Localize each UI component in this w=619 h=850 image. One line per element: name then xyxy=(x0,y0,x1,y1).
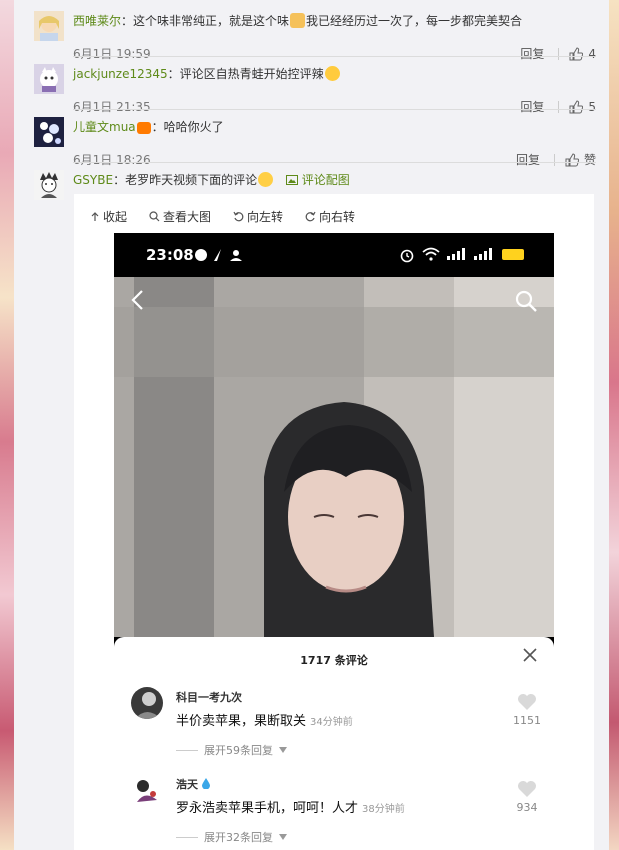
comment-sheet: 1717 条评论 科目一考九次 半价卖苹果，果断取关 34分钟前 1151 展开5… xyxy=(114,637,554,850)
comment-image[interactable]: 23:08 1717 条评论 科目一考九次 半价卖苹果，果断取关 34分钟前 1… xyxy=(114,233,554,850)
comment-count-title: 1717 条评论 xyxy=(300,654,368,667)
comment-time: 34分钟前 xyxy=(310,717,353,728)
reply-button[interactable]: 回复 xyxy=(520,98,544,115)
comment-time: 38分钟前 xyxy=(362,804,405,815)
background-art-right xyxy=(609,0,619,850)
signal-icon xyxy=(447,248,492,260)
like-button[interactable]: 赞 xyxy=(565,151,596,168)
image-link[interactable]: 评论配图 xyxy=(285,173,350,187)
comment-text: jackjunze12345：评论区自热青蛙开始控评辣 xyxy=(73,66,593,83)
rotate-left-button[interactable]: 向左转 xyxy=(233,208,283,225)
like-count: 5 xyxy=(588,99,596,114)
action-separator xyxy=(558,47,560,60)
image-icon xyxy=(285,175,298,185)
laughing-emoji-icon xyxy=(324,66,340,81)
reply-button[interactable]: 回复 xyxy=(520,45,544,62)
comment-text: GSYBE：老罗昨天视频下面的评论 评论配图 xyxy=(73,172,350,187)
avatar[interactable] xyxy=(131,687,163,719)
like-button[interactable]: 5 xyxy=(569,100,596,114)
action-separator xyxy=(553,153,555,166)
like-label: 赞 xyxy=(583,153,596,167)
avatar[interactable] xyxy=(34,170,64,200)
image-toolbar: 收起 查看大图 向左转 向右转 xyxy=(90,208,355,225)
back-arrow-icon[interactable] xyxy=(130,289,144,311)
video-frame-photo xyxy=(114,277,554,637)
like-count: 1151 xyxy=(513,714,541,727)
avatar[interactable] xyxy=(131,774,163,806)
avatar[interactable] xyxy=(34,117,64,147)
avatar[interactable] xyxy=(34,64,64,94)
caret-down-icon xyxy=(279,747,287,753)
thumbs-up-icon xyxy=(569,46,584,60)
username-link[interactable]: 儿童文mua xyxy=(73,120,136,134)
comment-actions: 回复 4 xyxy=(520,45,596,62)
comment-text: 西唯莱尔：这个味非常纯正，就是这个味 我已经经历过一次了，每一步都完美契合 xyxy=(73,13,523,28)
comment-time: 6月1日 18:26 xyxy=(73,153,151,167)
search-icon[interactable] xyxy=(514,289,538,313)
heart-icon xyxy=(518,781,536,797)
phone-status-bar: 23:08 xyxy=(114,233,554,277)
comment-actions: 回复 赞 xyxy=(516,151,596,168)
phone-time: 23:08 xyxy=(146,246,194,264)
comment-panel: 西唯莱尔：这个味非常纯正，就是这个味 我已经经历过一次了，每一步都完美契合 6月1… xyxy=(14,0,609,850)
rotate-right-button[interactable]: 向右转 xyxy=(305,208,355,225)
comment-time: 6月1日 21:35 xyxy=(73,100,151,114)
vip-badge-icon xyxy=(136,122,151,134)
reply-button[interactable]: 回复 xyxy=(516,151,540,168)
comment-text: 罗永浩卖苹果手机，呵呵！人才 38分钟前 xyxy=(176,801,405,816)
collapse-button[interactable]: 收起 xyxy=(90,208,127,225)
view-large-button[interactable]: 查看大图 xyxy=(149,208,211,225)
comment-text: 儿童文mua ：哈哈你火了 xyxy=(73,120,224,134)
close-icon[interactable] xyxy=(523,648,537,662)
comment-actions: 回复 5 xyxy=(520,98,596,115)
commenter-name: 浩天 xyxy=(176,776,210,792)
commenter-name: 科目一考九次 xyxy=(176,691,242,704)
background-art-left xyxy=(0,0,14,850)
like-button[interactable]: 934 xyxy=(507,780,547,814)
dash-line xyxy=(176,836,198,838)
like-button[interactable]: 4 xyxy=(569,47,596,61)
thumbs-up-emoji-icon xyxy=(290,13,306,28)
divider xyxy=(73,109,596,110)
search-icon xyxy=(149,211,160,222)
rotate-left-icon xyxy=(233,211,244,222)
expanded-image-box: 收起 查看大图 向左转 向右转 23:08 1717 条评论 科目一考九次 半价… xyxy=(74,194,594,850)
action-separator xyxy=(558,100,560,113)
like-button[interactable]: 1151 xyxy=(507,693,547,727)
water-drop-icon xyxy=(201,778,210,790)
wifi-icon xyxy=(422,247,440,261)
dash-line xyxy=(176,749,198,751)
username-link[interactable]: jackjunze12345 xyxy=(73,67,168,81)
like-count: 4 xyxy=(588,46,596,61)
username-link[interactable]: 西唯莱尔 xyxy=(73,14,121,28)
expand-replies-button[interactable]: 展开59条回复 xyxy=(176,742,287,758)
like-count: 934 xyxy=(516,801,538,814)
thumbs-up-icon xyxy=(565,152,579,166)
divider xyxy=(73,162,596,163)
divider xyxy=(73,56,596,57)
avatar[interactable] xyxy=(34,11,64,41)
rotate-right-icon xyxy=(305,211,316,222)
heart-icon xyxy=(518,694,536,710)
comment-text: 半价卖苹果，果断取关 34分钟前 xyxy=(176,714,353,729)
battery-icon xyxy=(502,249,524,260)
comment-time: 6月1日 19:59 xyxy=(73,47,151,61)
status-indicators-icon xyxy=(195,249,242,261)
thumbs-up-icon xyxy=(569,99,584,113)
alarm-icon xyxy=(400,249,414,263)
arrow-up-icon xyxy=(91,211,99,221)
username-link[interactable]: GSYBE xyxy=(73,173,113,187)
grinning-emoji-icon xyxy=(258,172,274,187)
caret-down-icon xyxy=(279,834,287,840)
expand-replies-button[interactable]: 展开32条回复 xyxy=(176,829,287,845)
